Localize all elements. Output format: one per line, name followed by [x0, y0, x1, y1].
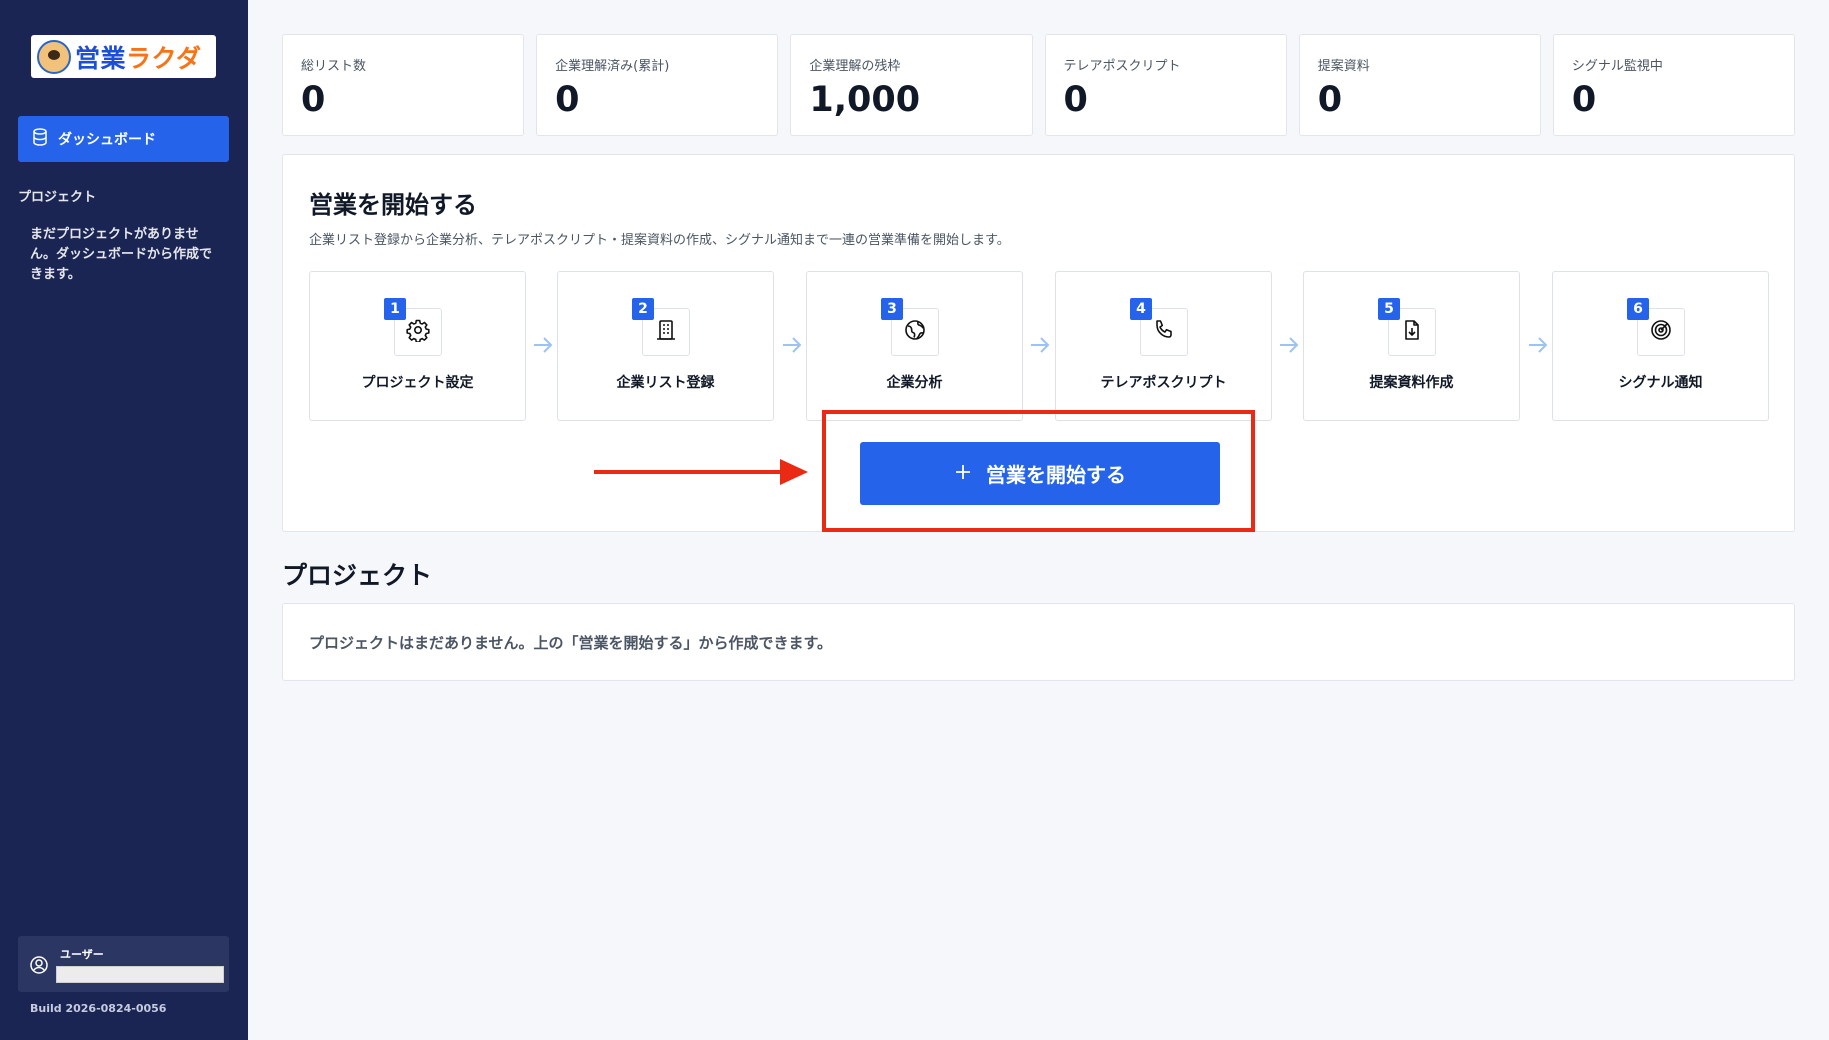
step-number-badge: 6 [1627, 298, 1649, 320]
stat-value: 0 [1571, 80, 1597, 120]
projects-title: プロジェクト [282, 561, 433, 590]
globe-icon [903, 318, 927, 346]
step-number-badge: 1 [384, 298, 406, 320]
sidebar-projects-empty: まだプロジェクトがありません。ダッシュボードから作成できます。 [30, 227, 213, 282]
sidebar-item-label: ダッシュボード [58, 132, 156, 148]
build-version: Build 2026-0824-0056 [30, 1002, 167, 1015]
stat-value: 0 [301, 80, 326, 120]
user-name-redacted [56, 966, 224, 983]
stats-row: 総リスト数 0 企業理解済み(累計) 0 企業理解の残枠 1,000 テレアポス… [282, 34, 1796, 136]
step-number-badge: 3 [881, 298, 903, 320]
camel-mascot-icon [37, 39, 71, 74]
step-signal-notification[interactable]: 6 シグナル通知 [1552, 271, 1769, 421]
stat-label: 企業理解済み(累計) [555, 59, 670, 74]
stat-card-total-list: 総リスト数 0 [282, 34, 525, 136]
step-project-settings[interactable]: 1 プロジェクト設定 [309, 271, 526, 421]
projects-empty-message: プロジェクトはまだありません。上の「営業を開始する」から作成できます。 [309, 634, 833, 652]
phone-icon [1152, 318, 1176, 346]
stat-value: 0 [1317, 80, 1343, 120]
stat-value: 0 [555, 80, 580, 120]
arrow-right-icon [1027, 333, 1053, 357]
step-company-analysis[interactable]: 3 企業分析 [806, 271, 1023, 421]
radar-icon [1649, 318, 1673, 346]
panel-description: 企業リスト登録から企業分析、テレアポスクリプト・提案資料の作成、シグナル通知まで… [309, 233, 1010, 248]
stat-card-understood: 企業理解済み(累計) 0 [536, 34, 779, 136]
building-icon [654, 318, 678, 346]
logo-text-part-2: ラクダ [126, 43, 202, 73]
sidebar-section-projects: プロジェクト [18, 190, 97, 205]
app-logo[interactable]: 営業ラクダ [31, 35, 216, 78]
stat-card-proposals: 提案資料 0 [1298, 34, 1541, 136]
stat-card-signals: シグナル監視中 0 [1552, 34, 1796, 136]
plus-icon [954, 462, 972, 486]
stat-value: 1,000 [809, 80, 921, 120]
step-label: 提案資料作成 [1369, 375, 1454, 391]
step-label: 企業分析 [886, 375, 943, 391]
logo-text-part-1: 営業 [75, 43, 127, 73]
step-label: シグナル通知 [1618, 375, 1703, 391]
stat-label: 総リスト数 [301, 59, 367, 74]
step-teleapo-script[interactable]: 4 テレアポスクリプト [1055, 271, 1272, 421]
arrow-right-icon [530, 333, 556, 357]
step-label: 企業リスト登録 [616, 375, 715, 391]
user-menu[interactable]: ユーザー [18, 936, 229, 992]
arrow-right-icon [779, 333, 805, 357]
user-label: ユーザー [60, 948, 104, 961]
stat-label: シグナル監視中 [1571, 59, 1663, 74]
arrow-right-icon [1276, 333, 1302, 357]
step-number-badge: 5 [1378, 298, 1400, 320]
stat-label: テレアポスクリプト [1063, 59, 1181, 74]
step-label: プロジェクト設定 [361, 375, 474, 391]
projects-card: プロジェクトはまだありません。上の「営業を開始する」から作成できます。 [282, 603, 1795, 681]
logo-text: 営業ラクダ [75, 39, 202, 75]
sidebar-item-dashboard[interactable]: ダッシュボード [18, 116, 229, 162]
sidebar: 営業ラクダ ダッシュボード プロジェクト まだプロジェクトがありません。ダッシュ… [0, 0, 248, 1040]
step-label: テレアポスクリプト [1100, 375, 1227, 391]
start-sales-button-label: 営業を開始する [986, 463, 1126, 487]
workflow-steps: 1 プロジェクト設定 2 企業リスト登録 3 企業分析 4 テレアポスクリプト … [309, 271, 1769, 421]
step-number-badge: 4 [1130, 298, 1152, 320]
stat-card-remaining: 企業理解の残枠 1,000 [790, 34, 1033, 136]
user-circle-icon [30, 956, 48, 978]
stat-label: 企業理解の残枠 [809, 59, 901, 74]
annotation-arrow-icon [594, 456, 814, 492]
stat-card-scripts: テレアポスクリプト 0 [1044, 34, 1287, 136]
stat-value: 0 [1063, 80, 1088, 120]
database-icon [32, 128, 48, 150]
panel-title: 営業を開始する [309, 191, 477, 219]
step-number-badge: 2 [632, 298, 654, 320]
arrow-right-icon [1525, 333, 1551, 357]
start-sales-button[interactable]: 営業を開始する [860, 442, 1220, 505]
start-sales-panel: 営業を開始する 企業リスト登録から企業分析、テレアポスクリプト・提案資料の作成、… [282, 154, 1795, 532]
step-proposal-creation[interactable]: 5 提案資料作成 [1303, 271, 1520, 421]
gear-icon [406, 318, 430, 346]
file-download-icon [1400, 318, 1424, 346]
step-company-list[interactable]: 2 企業リスト登録 [557, 271, 774, 421]
stat-label: 提案資料 [1317, 59, 1370, 74]
